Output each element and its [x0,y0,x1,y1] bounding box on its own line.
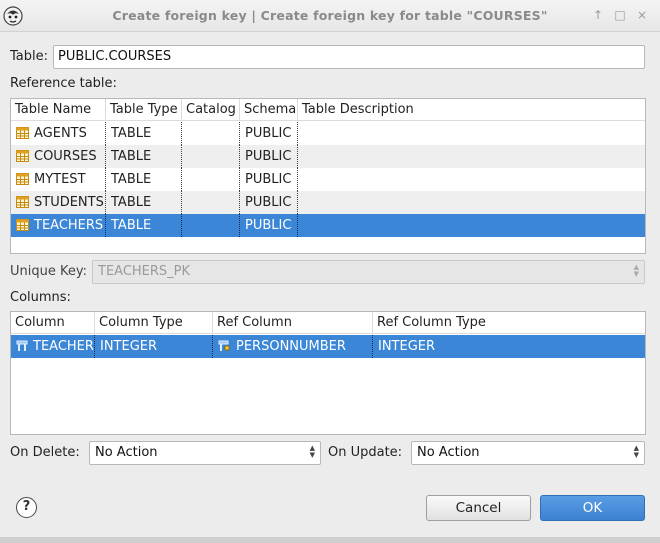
table-type-cell: TABLE [106,168,182,191]
combo-arrows-icon: ▲ ▼ [633,444,639,459]
schema-cell: PUBLIC [240,122,298,145]
help-icon[interactable]: ? [16,497,37,518]
catalog-cell [182,145,240,168]
col-header-ref-column-type[interactable]: Ref Column Type [373,312,645,334]
close-icon[interactable]: × [634,7,650,23]
window-bottom-edge [0,537,660,543]
reference-table-label: Reference table: [10,76,117,91]
table-name-cell: MYTEST [11,168,106,191]
column-icon [16,337,28,358]
ref-column-type-cell: INTEGER [378,339,436,354]
table-name-cell: AGENTS [11,122,106,145]
table-icon [16,193,29,214]
schema-cell: PUBLIC [240,191,298,214]
table-icon [16,170,29,191]
combo-arrows-icon: ▲ ▼ [633,263,639,278]
col-header-ref-column[interactable]: Ref Column [213,312,373,334]
description-cell [298,122,645,145]
table-row[interactable]: MYTEST TABLE PUBLIC [11,168,645,191]
on-delete-label: On Delete: [10,445,80,460]
catalog-cell [182,122,240,145]
col-header-table-description[interactable]: Table Description [298,99,645,121]
unique-key-combo: TEACHERS_PK ▲ ▼ [92,260,645,284]
combo-arrows-icon: ▲ ▼ [309,444,315,459]
table-name-cell: COURSES [11,145,106,168]
on-delete-value: No Action [95,445,158,460]
col-header-column[interactable]: Column [11,312,95,334]
column-row-selected[interactable]: TEACHER INTEGER PERSONNUMBER INTEGER [11,335,645,358]
on-delete-select[interactable]: No Action ▲ ▼ [89,441,321,465]
table-row-selected[interactable]: TEACHERS TABLE PUBLIC [11,214,645,237]
on-update-select[interactable]: No Action ▲ ▼ [411,441,645,465]
table-type-cell: TABLE [106,214,182,237]
title-bar[interactable]: Create foreign key | Create foreign key … [0,0,660,32]
reference-table-header: Table Name Table Type Catalog Schema Tab… [11,99,645,121]
ref-column-cell: PERSONNUMBER [213,335,373,358]
window-title: Create foreign key | Create foreign key … [112,8,548,23]
schema-cell: PUBLIC [240,168,298,191]
table-type-cell: TABLE [106,145,182,168]
columns-table[interactable]: Column Column Type Ref Column Ref Column… [10,311,646,435]
columns-table-header: Column Column Type Ref Column Ref Column… [11,312,645,334]
table-type-cell: TABLE [106,122,182,145]
unique-key-value: TEACHERS_PK [98,264,191,279]
description-cell [298,214,645,237]
table-name-cell: STUDENTS [11,191,106,214]
table-icon [16,147,29,168]
maximize-icon[interactable]: □ [612,7,628,23]
col-header-table-type[interactable]: Table Type [106,99,182,121]
description-cell [298,168,645,191]
cancel-button[interactable]: Cancel [426,495,531,521]
catalog-cell [182,168,240,191]
col-header-schema[interactable]: Schema [240,99,298,121]
catalog-cell [182,191,240,214]
table-icon [16,216,29,237]
key-column-icon [218,337,231,358]
column-type-cell: INTEGER [95,335,213,358]
ok-button[interactable]: OK [540,495,645,521]
columns-label: Columns: [10,290,71,305]
table-field[interactable]: PUBLIC.COURSES [53,45,645,69]
table-name-cell: TEACHERS [11,214,106,237]
col-header-column-type[interactable]: Column Type [95,312,213,334]
catalog-cell [182,214,240,237]
column-cell: TEACHER [11,335,95,358]
table-label: Table: [10,49,48,64]
col-header-catalog[interactable]: Catalog [182,99,240,121]
schema-cell: PUBLIC [240,214,298,237]
table-type-cell: TABLE [106,191,182,214]
schema-cell: PUBLIC [240,145,298,168]
table-row[interactable]: STUDENTS TABLE PUBLIC [11,191,645,214]
unique-key-label: Unique Key: [10,264,87,279]
reference-table[interactable]: Table Name Table Type Catalog Schema Tab… [10,98,646,254]
table-row[interactable]: AGENTS TABLE PUBLIC [11,122,645,145]
description-cell [298,191,645,214]
table-icon [16,124,29,145]
pin-icon[interactable]: ↑ [590,7,606,23]
col-header-table-name[interactable]: Table Name [11,99,106,121]
description-cell [298,145,645,168]
on-update-label: On Update: [328,445,403,460]
table-row[interactable]: COURSES TABLE PUBLIC [11,145,645,168]
on-update-value: No Action [417,445,480,460]
